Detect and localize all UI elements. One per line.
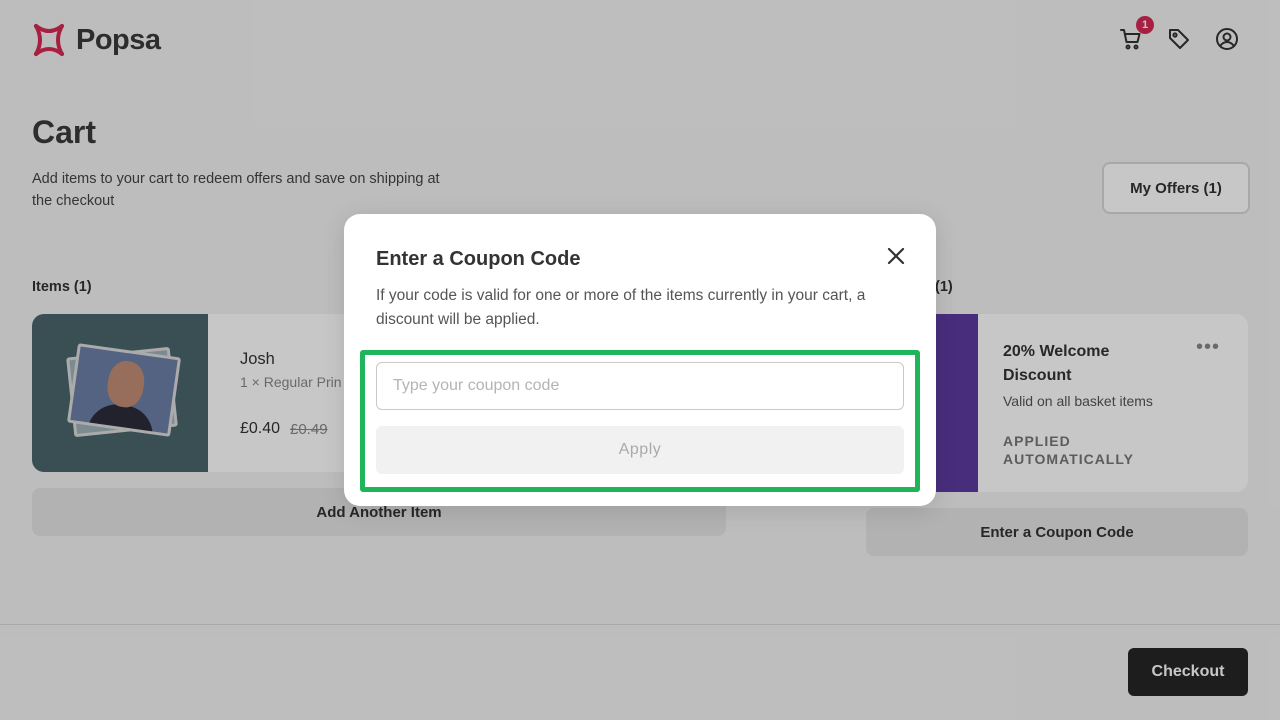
coupon-code-input[interactable] [376, 362, 904, 410]
modal-title: Enter a Coupon Code [376, 248, 581, 270]
close-button[interactable] [884, 244, 908, 268]
coupon-modal: Enter a Coupon Code If your code is vali… [344, 214, 936, 506]
close-icon [887, 247, 905, 265]
modal-description: If your code is valid for one or more of… [376, 287, 866, 328]
apply-button[interactable]: Apply [376, 426, 904, 474]
